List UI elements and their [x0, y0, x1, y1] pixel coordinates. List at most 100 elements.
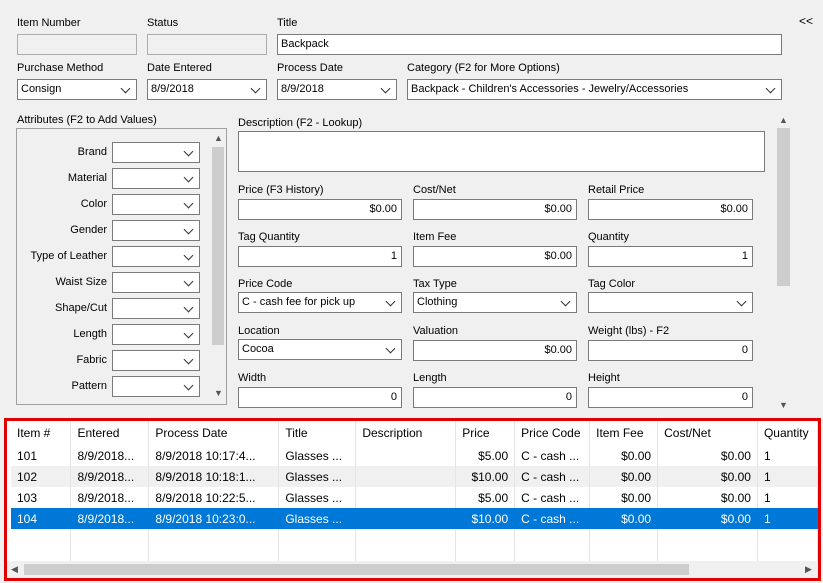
- retail-price-input[interactable]: $0.00: [588, 199, 753, 220]
- price-code-select[interactable]: C - cash fee for pick up: [238, 292, 402, 313]
- attributes-panel: Brand Material Color Gender Type of Leat…: [16, 128, 227, 405]
- valuation-input[interactable]: $0.00: [413, 340, 577, 361]
- tax-type-select[interactable]: Clothing: [413, 292, 577, 313]
- column-price-code[interactable]: Price Code: [514, 421, 591, 445]
- scroll-thumb[interactable]: [24, 564, 689, 575]
- table-row[interactable]: 103 8/9/2018... 8/9/2018 10:22:5... Glas…: [11, 487, 818, 508]
- cell-price-code: C - cash ...: [514, 466, 591, 487]
- cell-process-date: 8/9/2018 10:18:1...: [148, 466, 280, 487]
- column-process-date[interactable]: Process Date: [148, 421, 280, 445]
- cell-process-date: 8/9/2018 10:23:0...: [148, 508, 280, 529]
- attribute-length-select[interactable]: [112, 324, 200, 345]
- height-input[interactable]: 0: [588, 387, 753, 408]
- purchase-method-select[interactable]: Consign: [17, 79, 137, 100]
- date-entered-picker[interactable]: 8/9/2018: [147, 79, 267, 100]
- grid-horizontal-scrollbar[interactable]: ◀ ▶: [7, 561, 818, 578]
- process-date-picker[interactable]: 8/9/2018: [277, 79, 397, 100]
- scroll-thumb[interactable]: [212, 147, 224, 345]
- length-label: Length: [413, 372, 447, 384]
- chevron-down-icon: [183, 198, 194, 209]
- table-row[interactable]: 102 8/9/2018... 8/9/2018 10:18:1... Glas…: [11, 466, 818, 487]
- cell-entered: 8/9/2018...: [70, 466, 150, 487]
- quantity-label: Quantity: [588, 231, 629, 243]
- column-entered[interactable]: Entered: [70, 421, 150, 445]
- table-row[interactable]: 101 8/9/2018... 8/9/2018 10:17:4... Glas…: [11, 445, 818, 466]
- category-label: Category (F2 for More Options): [407, 62, 560, 74]
- column-cost-net[interactable]: Cost/Net: [657, 421, 758, 445]
- attribute-name: Length: [73, 328, 107, 340]
- form-scrollbar[interactable]: ▲ ▼: [775, 113, 792, 413]
- cell-quantity: 1: [757, 487, 818, 508]
- chevron-down-icon: [250, 83, 261, 94]
- chevron-down-icon: [183, 276, 194, 287]
- scroll-up-icon[interactable]: ▲: [779, 115, 788, 125]
- title-input[interactable]: Backpack: [277, 34, 782, 55]
- length-input[interactable]: 0: [413, 387, 577, 408]
- table-header-row: Item # Entered Process Date Title Descri…: [11, 421, 818, 445]
- tag-color-select[interactable]: [588, 292, 753, 313]
- column-description[interactable]: Description: [355, 421, 457, 445]
- attribute-row: Type of Leather: [17, 246, 212, 268]
- description-textarea[interactable]: [238, 131, 765, 172]
- cell-item-number: 103: [11, 487, 72, 508]
- cell-entered: 8/9/2018...: [70, 487, 150, 508]
- cell-description: [355, 466, 457, 487]
- collapse-panel-button[interactable]: <<: [799, 14, 813, 28]
- item-fee-input[interactable]: $0.00: [413, 246, 577, 267]
- scroll-down-icon[interactable]: ▼: [779, 400, 788, 410]
- cell-price: $10.00: [455, 508, 516, 529]
- cell-entered: 8/9/2018...: [70, 508, 150, 529]
- tag-quantity-input[interactable]: 1: [238, 246, 402, 267]
- scroll-left-icon[interactable]: ◀: [11, 564, 18, 575]
- category-select[interactable]: Backpack - Children's Accessories - Jewe…: [407, 79, 782, 100]
- chevron-down-icon: [183, 380, 194, 391]
- attribute-gender-select[interactable]: [112, 220, 200, 241]
- attribute-waist-size-select[interactable]: [112, 272, 200, 293]
- table-row-selected[interactable]: 104 8/9/2018... 8/9/2018 10:23:0... Glas…: [11, 508, 818, 529]
- attribute-row: Waist Size: [17, 272, 212, 294]
- chevron-down-icon: [183, 224, 194, 235]
- column-item-fee[interactable]: Item Fee: [589, 421, 659, 445]
- scroll-right-icon[interactable]: ▶: [805, 564, 812, 575]
- column-quantity[interactable]: Quantity: [757, 421, 818, 445]
- column-title[interactable]: Title: [278, 421, 357, 445]
- location-select[interactable]: Cocoa: [238, 339, 402, 360]
- scroll-up-icon[interactable]: ▲: [214, 133, 223, 143]
- valuation-label: Valuation: [413, 325, 459, 337]
- chevron-down-icon: [183, 328, 194, 339]
- attribute-pattern-select[interactable]: [112, 376, 200, 397]
- attribute-row: Fabric: [17, 350, 212, 372]
- price-code-label: Price Code: [238, 278, 293, 290]
- attributes-label: Attributes (F2 to Add Values): [17, 114, 157, 126]
- status-label: Status: [147, 17, 179, 29]
- attribute-color-select[interactable]: [112, 194, 200, 215]
- cell-title: Glasses ...: [278, 508, 357, 529]
- process-date-label: Process Date: [277, 62, 344, 74]
- chevron-down-icon: [183, 250, 194, 261]
- attribute-row: Color: [17, 194, 212, 216]
- price-input[interactable]: $0.00: [238, 199, 402, 220]
- width-input[interactable]: 0: [238, 387, 402, 408]
- attribute-type-of-leather-select[interactable]: [112, 246, 200, 267]
- quantity-input[interactable]: 1: [588, 246, 753, 267]
- column-price[interactable]: Price: [455, 421, 516, 445]
- attribute-material-select[interactable]: [112, 168, 200, 189]
- width-label: Width: [238, 372, 267, 384]
- cost-net-input[interactable]: $0.00: [413, 199, 577, 220]
- attribute-brand-select[interactable]: [112, 142, 200, 163]
- cell-item-fee: $0.00: [589, 508, 659, 529]
- attribute-row: Brand: [17, 142, 212, 164]
- cell-process-date: 8/9/2018 10:22:5...: [148, 487, 280, 508]
- cell-process-date: 8/9/2018 10:17:4...: [148, 445, 280, 466]
- tag-quantity-label: Tag Quantity: [238, 231, 300, 243]
- attribute-shape-cut-select[interactable]: [112, 298, 200, 319]
- scroll-thumb[interactable]: [777, 128, 790, 286]
- attribute-fabric-select[interactable]: [112, 350, 200, 371]
- attributes-scrollbar[interactable]: ▲ ▼: [210, 129, 226, 404]
- retail-price-label: Retail Price: [588, 184, 645, 196]
- attribute-row: Shape/Cut: [17, 298, 212, 320]
- scroll-down-icon[interactable]: ▼: [214, 388, 223, 398]
- weight-input[interactable]: 0: [588, 340, 753, 361]
- column-item-number[interactable]: Item #: [11, 421, 72, 445]
- chevron-down-icon: [183, 146, 194, 157]
